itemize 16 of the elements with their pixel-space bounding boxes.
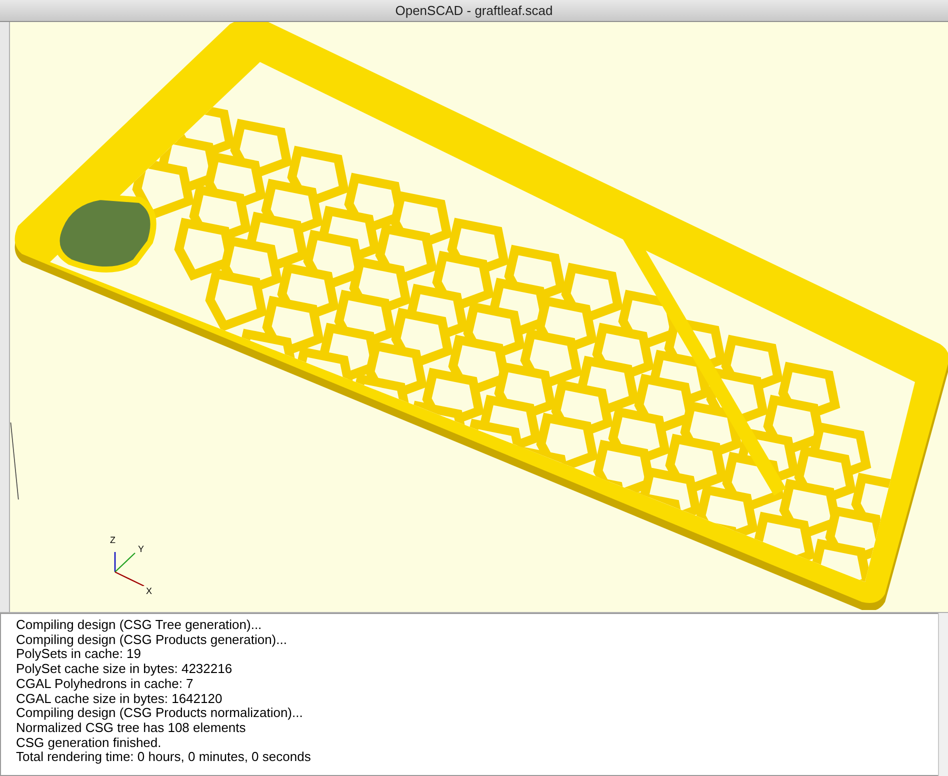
axis-label: Y [138,544,144,554]
console-line: CGAL cache size in bytes: 1642120 [16,692,224,706]
scrollbar[interactable] [938,613,948,776]
console-line: Compiling design (CSG Products generation)... [16,632,288,648]
console-line: CSG generation finished. [16,736,162,750]
console-line: CGAL Polyhedrons in cache: 7 [16,676,194,692]
console-line: PolySet cache size in bytes: 4232216 [16,662,234,677]
window-title: OpenSCAD - graftleaf.scad [395,3,553,18]
console-line: PolySets in cache: 19 [16,647,142,662]
console-line: Compiling design (CSG Tree generation)... [16,618,263,633]
console-line: Total rendering time: 0 hours, 0 minutes, 0 seconds [16,750,312,766]
axis-label: Z [110,535,116,545]
axis-label: X [146,586,152,596]
console-line: Compiling design (CSG Products normalization)... [16,706,304,721]
console-line: Normalized CSG tree has 108 elements [16,720,246,736]
3d-viewport[interactable]: X Y Z [10,22,948,612]
